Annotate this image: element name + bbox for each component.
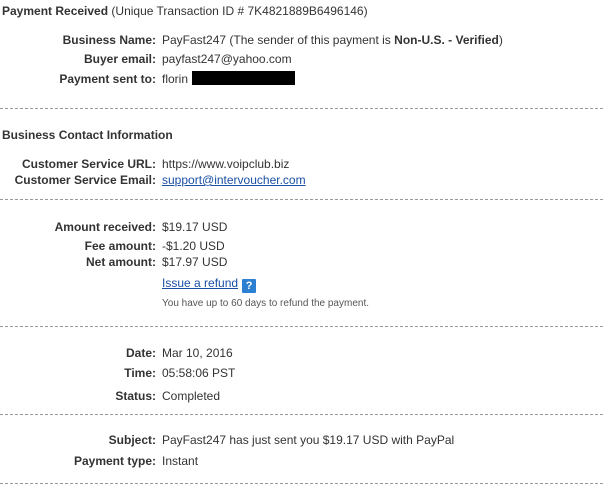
business-name-value: PayFast247 (The sender of this payment i…	[162, 33, 503, 47]
time-label: Time:	[124, 366, 156, 380]
sender-note-suffix: )	[498, 33, 503, 47]
refund-row: Issue a refund?	[162, 276, 257, 293]
section-divider	[0, 414, 603, 415]
sender-verification-status: Non-U.S. - Verified	[394, 33, 499, 47]
buyer-email-value: payfast247@yahoo.com	[162, 52, 292, 66]
buyer-email-label: Buyer email:	[83, 52, 156, 66]
issue-refund-link[interactable]: Issue a refund	[162, 276, 238, 290]
page-header: Payment Received (Unique Transaction ID …	[2, 4, 368, 18]
amount-received-label: Amount received:	[54, 220, 156, 234]
page-title: Payment Received	[2, 4, 109, 18]
contact-title-text: Business Contact Information	[2, 128, 173, 142]
status-value: Completed	[162, 389, 221, 403]
customer-service-url-value: https://www.voipclub.biz	[162, 157, 290, 171]
business-name: PayFast247	[162, 33, 227, 47]
customer-service-email-label: Customer Service Email:	[14, 173, 156, 187]
customer-service-email-link[interactable]: support@intervoucher.com	[162, 173, 306, 187]
fee-amount-label: Fee amount:	[84, 239, 156, 253]
sender-note-prefix: (The sender of this payment is	[229, 33, 391, 47]
payment-sent-to-label: Payment sent to:	[59, 72, 156, 86]
amount-received-value: $19.17 USD	[162, 220, 228, 234]
time-value: 05:58:06 PST	[162, 366, 236, 380]
redaction-bar	[192, 71, 296, 85]
payment-type-label: Payment type:	[73, 454, 156, 468]
subject-value: PayFast247 has just sent you $19.17 USD …	[162, 433, 455, 447]
payment-type-value: Instant	[162, 454, 199, 468]
net-amount-label: Net amount:	[86, 255, 156, 269]
net-amount-value: $17.97 USD	[162, 255, 228, 269]
recipient-name: florin	[162, 72, 189, 86]
payment-sent-to-value: florin	[162, 71, 296, 86]
section-divider	[0, 483, 603, 484]
contact-section-title: Business Contact Information	[2, 128, 173, 142]
section-divider	[0, 199, 603, 200]
fee-amount-value: -$1.20 USD	[162, 239, 225, 253]
refund-note: You have up to 60 days to refund the pay…	[162, 298, 370, 309]
help-icon[interactable]: ?	[242, 279, 257, 293]
section-divider	[0, 108, 603, 109]
section-divider	[0, 326, 603, 327]
transaction-id: (Unique Transaction ID # 7K4821889B64961…	[111, 4, 368, 18]
business-name-label: Business Name:	[62, 33, 156, 47]
subject-label: Subject:	[108, 433, 156, 447]
date-value: Mar 10, 2016	[162, 346, 233, 360]
customer-service-url-label: Customer Service URL:	[21, 157, 156, 171]
date-label: Date:	[125, 346, 156, 360]
status-label: Status:	[115, 389, 156, 403]
